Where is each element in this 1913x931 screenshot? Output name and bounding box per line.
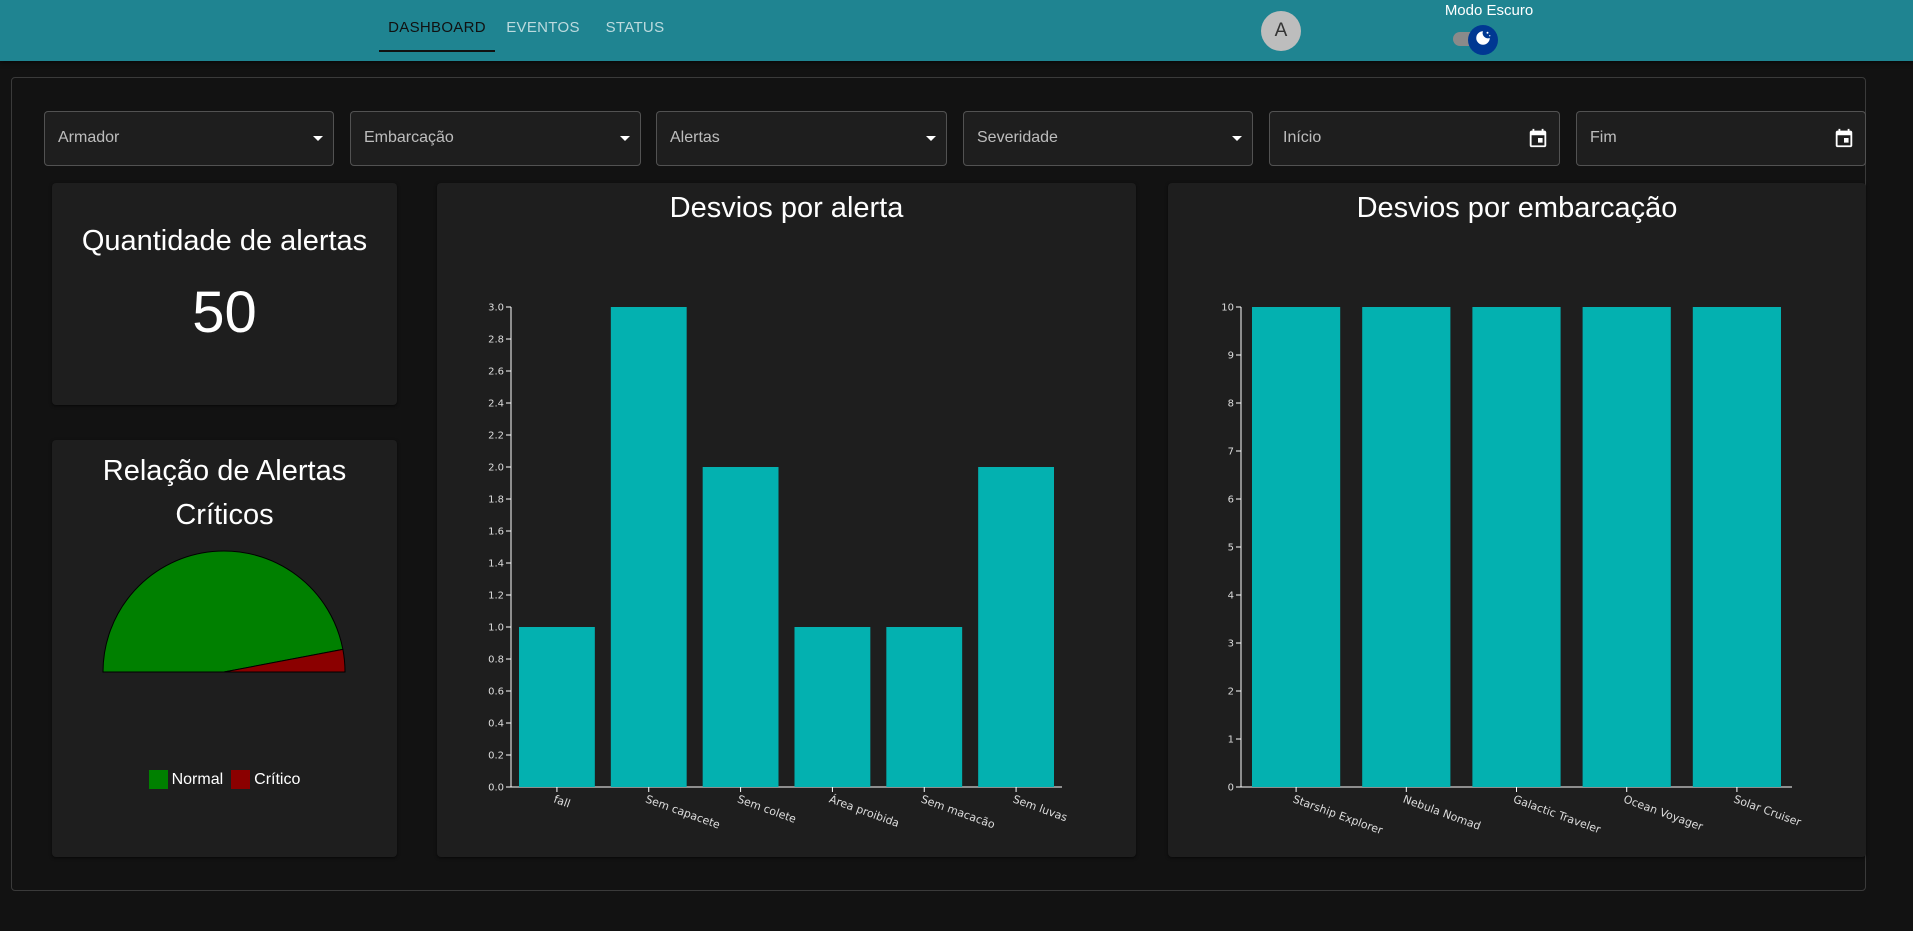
y-tick-label: 5 — [1228, 543, 1234, 554]
alert-count-title: Quantidade de alertas — [81, 225, 368, 257]
critical-gauge-chart — [102, 550, 346, 673]
bar[interactable] — [978, 467, 1054, 787]
y-tick-label: 0.8 — [488, 655, 504, 666]
legend-normal-swatch — [148, 770, 168, 789]
severidade-select[interactable]: Severidade — [963, 111, 1253, 166]
y-tick-label: 1.6 — [488, 527, 504, 538]
alert-deviation-card: Desvios por alerta 0.0 0.2 0.4 0.6 0.8 1.0 1.2… — [437, 183, 1136, 857]
dark-mode-label: Modo Escuro — [1444, 2, 1534, 19]
app-bar: DASHBOARD EVENTOS STATUS A Modo Escuro — [0, 0, 1913, 61]
caret-down-icon — [620, 136, 630, 141]
bar[interactable] — [1582, 307, 1671, 787]
y-tick-label: 2.8 — [488, 335, 504, 346]
x-tick-label: Nebula Nomad — [1401, 793, 1482, 833]
x-tick-label: Galactic Traveler — [1511, 793, 1602, 837]
alert-count-card: Quantidade de alertas 50 — [52, 183, 397, 405]
y-tick-label: 10 — [1221, 303, 1234, 314]
gauge-legend: Normal Crítico — [52, 770, 397, 789]
y-tick-label: 0.6 — [488, 687, 504, 698]
y-tick-label: 3.0 — [488, 303, 504, 314]
calendar-icon[interactable] — [1527, 127, 1549, 154]
embarcacao-label: Embarcação — [364, 129, 454, 146]
tab-dashboard[interactable]: DASHBOARD — [379, 0, 495, 52]
y-tick-label: 3 — [1228, 639, 1234, 650]
x-tick-label: Sem luvas — [1011, 793, 1069, 825]
armador-select[interactable]: Armador — [44, 111, 334, 166]
severidade-label: Severidade — [977, 129, 1058, 146]
fim-label: Fim — [1590, 129, 1617, 146]
y-tick-label: 2 — [1228, 687, 1234, 698]
bar[interactable] — [702, 467, 779, 787]
moon-icon — [1474, 29, 1492, 52]
bar[interactable] — [1252, 307, 1341, 787]
y-tick-label: 2.2 — [488, 431, 504, 442]
x-tick-label: Área proibida — [827, 793, 901, 830]
y-tick-label: 0.4 — [488, 719, 504, 730]
fim-date-field[interactable]: Fim — [1576, 111, 1866, 166]
x-tick-label: fall — [552, 793, 572, 811]
tab-indicator — [379, 50, 495, 52]
tab-eventos[interactable]: EVENTOS — [503, 0, 583, 52]
vessel-deviation-card: Desvios por embarcação 0 1 2 3 4 5 6 7 8 9 10 Stars… — [1168, 183, 1866, 857]
y-tick-label: 1.8 — [488, 495, 504, 506]
toggle-thumb — [1468, 25, 1498, 55]
inicio-label: Início — [1283, 129, 1322, 146]
legend-normal-label: Normal — [171, 770, 224, 788]
x-tick-label: Sem macacão — [919, 793, 997, 832]
bar[interactable] — [1472, 307, 1561, 787]
armador-label: Armador — [58, 129, 120, 146]
critical-alerts-card: Relação de Alertas Críticos Normal Críti… — [52, 440, 397, 857]
alert-count-value: 50 — [192, 280, 257, 345]
tab-status[interactable]: STATUS — [597, 0, 673, 52]
bar[interactable] — [610, 307, 687, 787]
x-tick-label: Sem colete — [736, 793, 799, 826]
alertas-select[interactable]: Alertas — [656, 111, 947, 166]
caret-down-icon — [313, 136, 323, 141]
x-tick-label: Ocean Voyager — [1622, 793, 1705, 834]
y-tick-label: 1.4 — [488, 559, 504, 570]
y-tick-label: 2.0 — [488, 463, 504, 474]
alertas-label: Alertas — [670, 129, 720, 146]
y-tick-label: 1.2 — [488, 591, 504, 602]
y-tick-label: 2.4 — [488, 399, 504, 410]
calendar-icon[interactable] — [1833, 127, 1855, 154]
inicio-date-field[interactable]: Início — [1269, 111, 1560, 166]
y-tick-label: 6 — [1228, 495, 1234, 506]
dark-mode-toggle[interactable] — [1447, 22, 1503, 58]
bar[interactable] — [519, 627, 595, 787]
y-tick-label: 7 — [1228, 447, 1234, 458]
y-tick-label: 4 — [1228, 591, 1234, 602]
legend-critico-swatch — [231, 770, 251, 789]
y-tick-label: 1 — [1228, 735, 1234, 746]
bar[interactable] — [1362, 307, 1451, 787]
gauge-slice-normal — [102, 550, 344, 673]
y-tick-label: 1.0 — [488, 623, 504, 634]
bar[interactable] — [794, 627, 871, 787]
bar[interactable] — [886, 627, 963, 787]
y-tick-label: 0.2 — [488, 751, 504, 762]
y-tick-label: 8 — [1228, 399, 1234, 410]
legend-critico-label: Crítico — [254, 770, 301, 788]
legend-normal: Normal — [148, 770, 224, 789]
y-tick-label: 0 — [1228, 783, 1234, 794]
caret-down-icon — [926, 136, 936, 141]
x-tick-label: Solar Cruiser — [1732, 793, 1803, 830]
alert-deviation-chart: 0.0 0.2 0.4 0.6 0.8 1.0 1.2 1.4 1.6 1.8 2.0 2.2 2.4 2… — [488, 303, 1069, 832]
legend-critico: Crítico — [231, 770, 300, 789]
x-tick-label: Sem capacete — [644, 793, 722, 832]
y-tick-label: 0.0 — [488, 783, 504, 794]
embarcacao-select[interactable]: Embarcação — [350, 111, 641, 166]
bar[interactable] — [1692, 307, 1781, 787]
vessel-deviation-chart: 0 1 2 3 4 5 6 7 8 9 10 Starship Explorer Nebula Noma… — [1221, 303, 1803, 838]
avatar[interactable]: A — [1261, 11, 1301, 51]
x-tick-label: Starship Explorer — [1291, 793, 1385, 838]
y-tick-label: 9 — [1228, 351, 1234, 362]
y-tick-label: 2.6 — [488, 367, 504, 378]
caret-down-icon — [1232, 136, 1242, 141]
